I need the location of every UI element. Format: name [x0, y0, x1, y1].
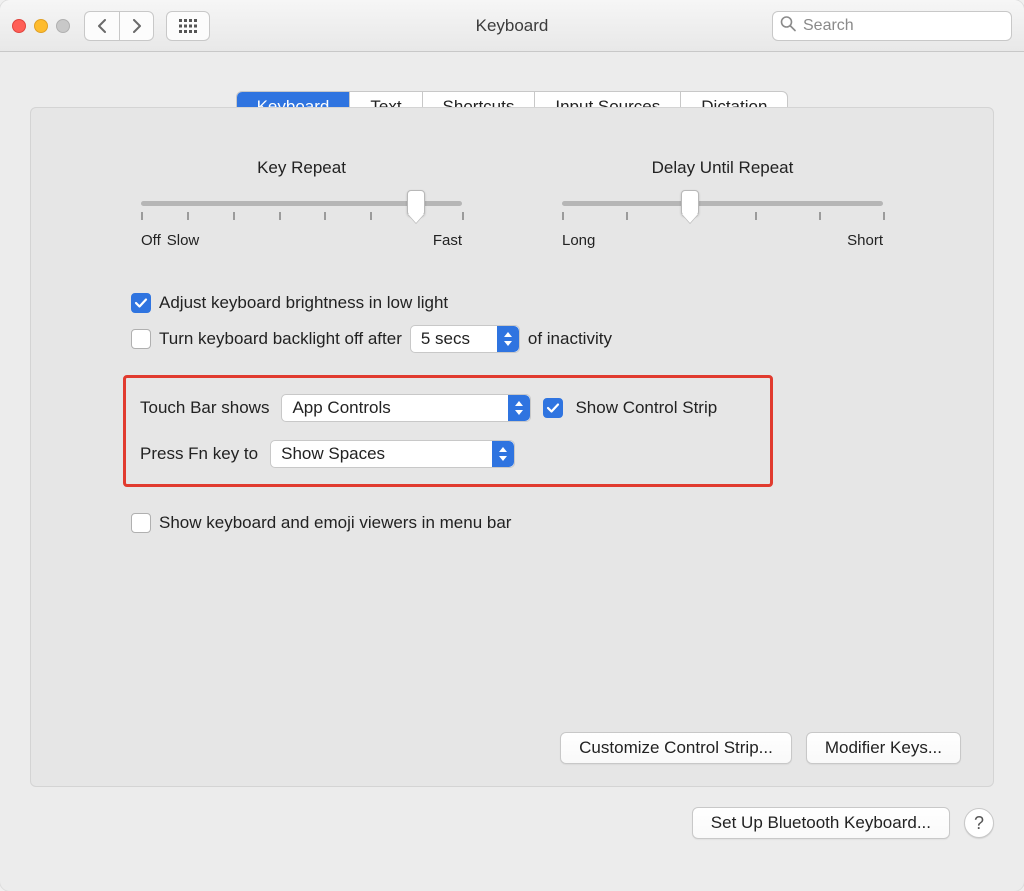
fn-popup[interactable]: Show Spaces [270, 440, 515, 468]
grid-icon [179, 19, 197, 33]
customize-control-strip-button[interactable]: Customize Control Strip... [560, 732, 792, 764]
backlight-timeout-value: 5 secs [421, 329, 470, 349]
checkbox-section: Adjust keyboard brightness in low light … [131, 293, 893, 353]
search-input[interactable] [772, 11, 1012, 41]
backlight-timeout-popup[interactable]: 5 secs [410, 325, 520, 353]
backlight-checkbox[interactable] [131, 329, 151, 349]
highlighted-touchbar-section: Touch Bar shows App Controls Show Contro… [123, 375, 773, 487]
fn-row: Press Fn key to Show Spaces [140, 440, 756, 468]
delay-title: Delay Until Repeat [652, 158, 794, 178]
slider-thumb[interactable] [407, 190, 425, 216]
updown-icon [497, 326, 519, 352]
label-slow: Slow [167, 232, 200, 249]
key-repeat-labels: Off Slow Fast [141, 232, 462, 249]
touchbar-label: Touch Bar shows [140, 398, 269, 418]
titlebar: Keyboard [0, 0, 1024, 52]
delay-slider[interactable] [562, 192, 883, 216]
brightness-label: Adjust keyboard brightness in low light [159, 293, 448, 313]
window-controls [12, 19, 70, 33]
modifier-keys-button[interactable]: Modifier Keys... [806, 732, 961, 764]
brightness-row: Adjust keyboard brightness in low light [131, 293, 893, 313]
back-button[interactable] [84, 11, 119, 41]
viewers-label: Show keyboard and emoji viewers in menu … [159, 513, 511, 533]
key-repeat-title: Key Repeat [257, 158, 346, 178]
delay-labels: Long Short [562, 232, 883, 249]
touchbar-value: App Controls [292, 398, 390, 418]
touchbar-popup[interactable]: App Controls [281, 394, 531, 422]
control-strip-label: Show Control Strip [575, 398, 717, 418]
keyboard-preferences-window: Keyboard Keyboard Text Shortcuts Input S… [0, 0, 1024, 891]
help-button[interactable]: ? [964, 808, 994, 838]
label-off: Off [141, 232, 161, 249]
backlight-label-suffix: of inactivity [528, 329, 612, 349]
control-strip-checkbox[interactable] [543, 398, 563, 418]
search-wrap [772, 11, 1012, 41]
window-bottom-row: Set Up Bluetooth Keyboard... ? [0, 807, 1024, 857]
label-fast: Fast [433, 232, 462, 249]
brightness-checkbox[interactable] [131, 293, 151, 313]
chevron-left-icon [97, 19, 107, 33]
updown-icon [508, 395, 530, 421]
fn-label: Press Fn key to [140, 444, 258, 464]
setup-bluetooth-keyboard-button[interactable]: Set Up Bluetooth Keyboard... [692, 807, 950, 839]
sliders-row: Key Repeat Off Slow [131, 158, 893, 249]
chevron-right-icon [132, 19, 142, 33]
label-long: Long [562, 232, 595, 249]
close-window-button[interactable] [12, 19, 26, 33]
viewers-checkbox[interactable] [131, 513, 151, 533]
minimize-window-button[interactable] [34, 19, 48, 33]
viewers-row: Show keyboard and emoji viewers in menu … [131, 513, 893, 533]
nav-buttons [84, 11, 154, 41]
show-all-button[interactable] [166, 11, 210, 41]
backlight-row: Turn keyboard backlight off after 5 secs… [131, 325, 893, 353]
touchbar-row: Touch Bar shows App Controls Show Contro… [140, 394, 756, 422]
label-short: Short [847, 232, 883, 249]
updown-icon [492, 441, 514, 467]
delay-group: Delay Until Repeat Long Short [562, 158, 883, 249]
slider-thumb[interactable] [681, 190, 699, 216]
keyboard-panel: Key Repeat Off Slow [30, 107, 994, 787]
key-repeat-slider[interactable] [141, 192, 462, 216]
backlight-label-prefix: Turn keyboard backlight off after [159, 329, 402, 349]
zoom-window-button[interactable] [56, 19, 70, 33]
key-repeat-group: Key Repeat Off Slow [141, 158, 462, 249]
question-icon: ? [974, 813, 984, 834]
panel-buttons: Customize Control Strip... Modifier Keys… [560, 732, 961, 764]
fn-value: Show Spaces [281, 444, 385, 464]
slider-track [562, 201, 883, 206]
forward-button[interactable] [119, 11, 154, 41]
